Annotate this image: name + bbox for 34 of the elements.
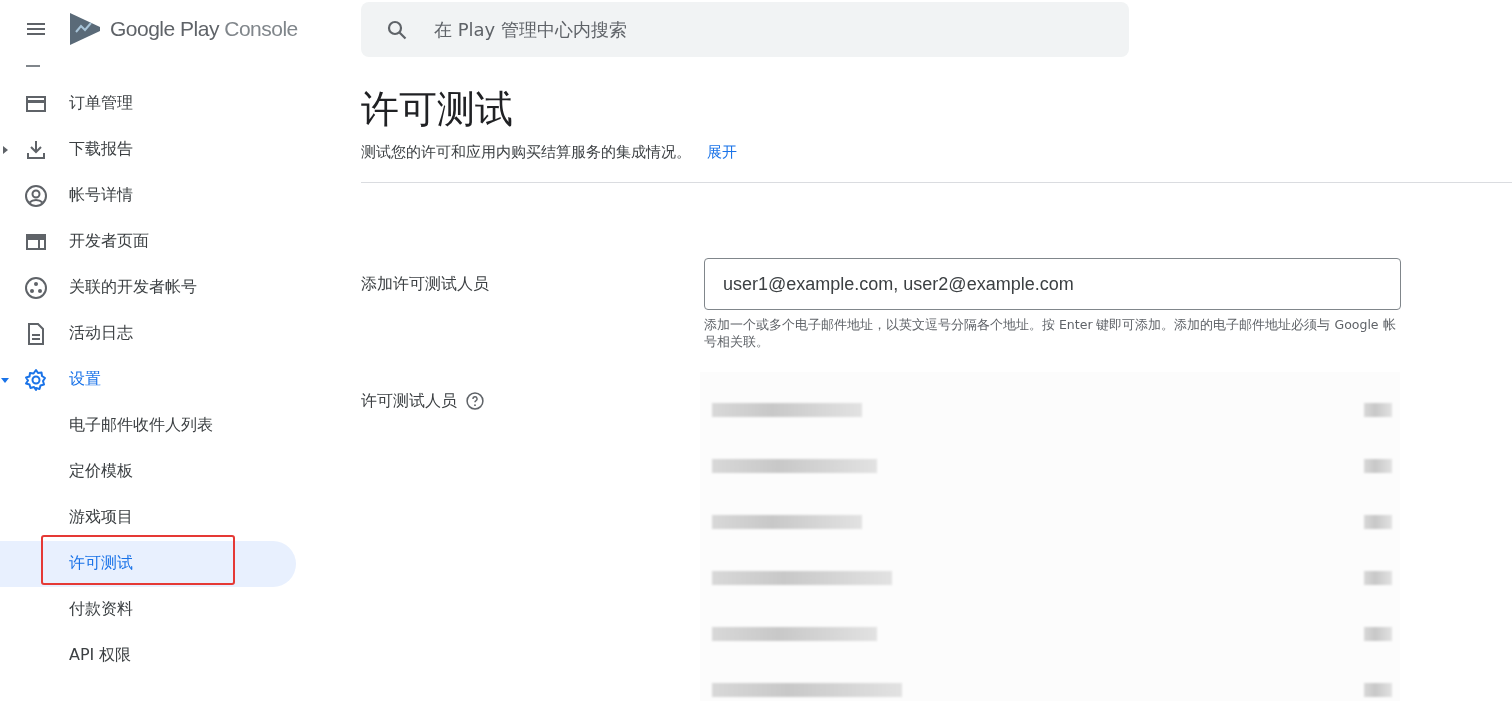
blurred-text bbox=[1364, 683, 1392, 697]
blurred-text bbox=[1364, 459, 1392, 473]
caret-icon[interactable] bbox=[0, 144, 10, 155]
expand-link[interactable]: 展开 bbox=[707, 143, 737, 162]
brand-name: Google Play Console bbox=[110, 17, 298, 41]
logo-icon bbox=[68, 12, 102, 46]
blurred-text bbox=[1364, 571, 1392, 585]
nav-item[interactable]: 下载报告 bbox=[0, 126, 296, 173]
nav-item[interactable]: 活动日志 bbox=[0, 310, 296, 357]
nav-item[interactable]: 关联的开发者帐号 bbox=[0, 264, 296, 311]
field-label: 许可测试人员 bbox=[361, 390, 457, 412]
nav-item[interactable]: 游戏项目 bbox=[0, 494, 296, 541]
search-field[interactable]: 在 Play 管理中心内搜索 bbox=[432, 18, 1129, 41]
nav-item[interactable]: 电子邮件收件人列表 bbox=[0, 402, 296, 449]
blurred-text bbox=[1364, 627, 1392, 641]
blurred-text bbox=[1364, 403, 1392, 417]
page-title: 许可测试 bbox=[361, 86, 514, 133]
linked-dots-icon bbox=[24, 275, 48, 300]
search-field[interactable]: 在 Play 管理中心内搜索 bbox=[361, 2, 1129, 57]
nav-item[interactable]: 订单管理 bbox=[0, 80, 296, 127]
nav-item[interactable]: 帐号详情 bbox=[0, 172, 296, 219]
nav-item[interactable]: 定价模板 bbox=[0, 448, 296, 495]
page-description: 测试您的许可和应用内购买结算服务的集成情况。 bbox=[361, 143, 691, 162]
nav-item[interactable]: API 权限 bbox=[0, 632, 296, 679]
email-input-field[interactable]: user1@example.com, user2@example.com bbox=[704, 258, 1401, 310]
blurred-text bbox=[1364, 515, 1392, 529]
field-label: 添加许可测试人员 bbox=[361, 273, 490, 295]
settings-icon bbox=[24, 367, 48, 392]
nav-item[interactable]: 付款资料 bbox=[0, 586, 296, 633]
nav-item[interactable]: 开发者页面 bbox=[0, 218, 296, 265]
nav-item[interactable]: 设置 bbox=[0, 356, 296, 403]
help-icon[interactable] bbox=[465, 391, 485, 411]
helper-text: 添加一个或多个电子邮件地址，以英文逗号分隔各个地址。按 Enter 键即可添加。添加的电子邮件地址必须与 Google 帐号相关联。 bbox=[704, 316, 1397, 350]
account-icon bbox=[24, 183, 48, 208]
